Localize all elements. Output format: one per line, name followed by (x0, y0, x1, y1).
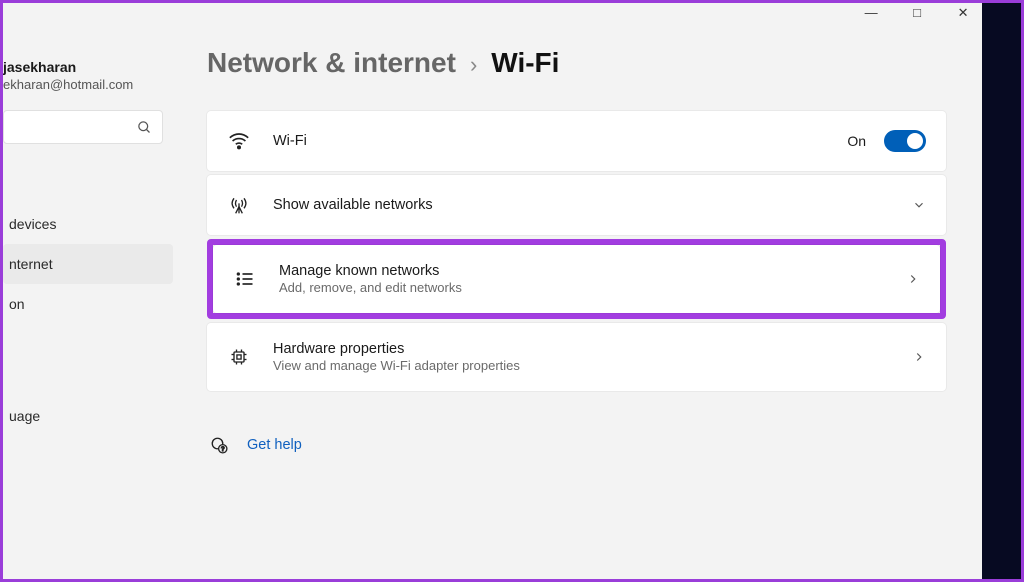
chevron-down-icon (912, 198, 926, 212)
manage-known-networks-card[interactable]: Manage known networks Add, remove, and e… (213, 245, 940, 313)
known-networks-sub: Add, remove, and edit networks (279, 280, 884, 295)
known-networks-title: Manage known networks (279, 263, 884, 279)
wifi-state-label: On (847, 133, 866, 149)
list-icon (233, 267, 257, 291)
breadcrumb-parent[interactable]: Network & internet (207, 47, 456, 79)
chevron-right-icon (906, 272, 920, 286)
hardware-sub: View and manage Wi-Fi adapter properties (273, 358, 890, 373)
minimize-button[interactable]: — (862, 5, 880, 21)
search-icon (137, 120, 152, 135)
chevron-right-icon (912, 350, 926, 364)
available-networks-title: Show available networks (273, 197, 890, 213)
profile-name: jasekharan (3, 59, 173, 75)
sidebar-item-personalization[interactable]: on (3, 284, 173, 324)
wifi-toggle-card: Wi-Fi On (207, 111, 946, 171)
profile-block[interactable]: jasekharan ekharan@hotmail.com (3, 59, 173, 92)
sidebar: jasekharan ekharan@hotmail.com devices n… (3, 3, 173, 579)
breadcrumb-current: Wi-Fi (491, 47, 559, 79)
sidebar-item-network[interactable]: nternet (3, 244, 173, 284)
get-help-link[interactable]: Get help (247, 437, 302, 453)
sidebar-item-devices[interactable]: devices (3, 204, 173, 244)
wifi-toggle[interactable] (884, 130, 926, 152)
breadcrumb: Network & internet › Wi-Fi (207, 47, 946, 79)
hardware-properties-card[interactable]: Hardware properties View and manage Wi-F… (207, 323, 946, 391)
available-networks-card[interactable]: Show available networks (207, 175, 946, 235)
wifi-title: Wi-Fi (273, 133, 825, 149)
antenna-icon (227, 193, 251, 217)
profile-email: ekharan@hotmail.com (3, 77, 173, 92)
content-pane: Network & internet › Wi-Fi Wi-Fi On (173, 3, 982, 579)
highlight-box: Manage known networks Add, remove, and e… (207, 239, 946, 319)
hardware-title: Hardware properties (273, 341, 890, 357)
chevron-right-icon: › (470, 52, 477, 78)
search-input[interactable] (3, 110, 163, 144)
close-button[interactable]: ✕ (954, 5, 972, 21)
sidebar-item-language[interactable]: uage (3, 396, 173, 436)
window-controls: — □ ✕ (862, 5, 982, 21)
settings-window: — □ ✕ jasekharan ekharan@hotmail.com dev… (3, 3, 982, 579)
help-icon: ? (209, 435, 229, 455)
desktop-background-edge (982, 3, 1021, 579)
wifi-icon (227, 129, 251, 153)
help-row: ? Get help (207, 435, 946, 455)
maximize-button[interactable]: □ (908, 5, 926, 21)
chip-icon (227, 345, 251, 369)
